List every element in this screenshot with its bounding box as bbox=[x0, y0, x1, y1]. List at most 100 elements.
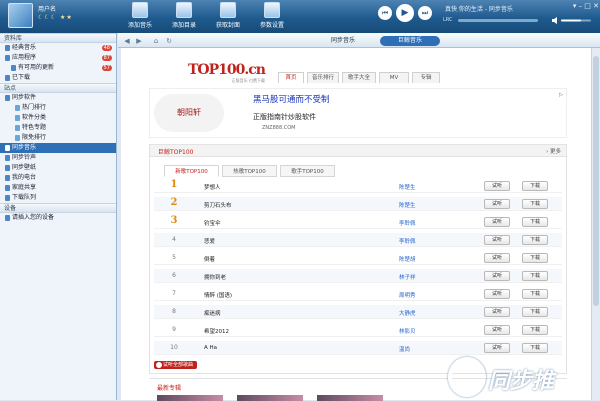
progress-bar[interactable] bbox=[458, 19, 538, 22]
sidebar-item-home-share[interactable]: 家庭共享 bbox=[0, 183, 116, 193]
add-folder-button[interactable]: 添加目录 bbox=[166, 2, 202, 32]
listen-button[interactable]: 试听 bbox=[484, 181, 510, 191]
fetch-cover-button[interactable]: 获取封面 bbox=[210, 2, 246, 32]
tab-new-top100[interactable]: 新歌TOP100 bbox=[164, 165, 219, 177]
add-music-button[interactable]: 添加音乐 bbox=[122, 2, 158, 32]
content-scrollbar[interactable] bbox=[591, 48, 600, 400]
song-row[interactable]: 8 痴迷病 大静虎 试听 下载 bbox=[154, 305, 562, 319]
download-button[interactable]: 下载 bbox=[522, 181, 548, 191]
download-button[interactable]: 下载 bbox=[522, 235, 548, 245]
sidebar-item-apps[interactable]: 应用程序 87 bbox=[0, 53, 116, 63]
scrollbar-thumb[interactable] bbox=[593, 56, 599, 306]
play-button[interactable]: ▶ bbox=[396, 4, 414, 22]
download-button[interactable]: 下载 bbox=[522, 271, 548, 281]
song-row[interactable]: 9 希望2012 林影贝 试听 下载 bbox=[154, 323, 562, 337]
count-badge: 57 bbox=[101, 65, 112, 71]
song-row[interactable]: 7 情醉 (国语) 周明秀 试听 下载 bbox=[154, 287, 562, 301]
sidebar-item-free-rank[interactable]: 限免排行 bbox=[0, 133, 116, 143]
now-playing-title: 真快 你的生活 - 同步音乐 bbox=[445, 6, 513, 13]
ad-banner[interactable]: 朝阳轩 黑马股可通而不受制 正版指南针炒股软件 ZNZ888.COM ▷ bbox=[149, 88, 567, 138]
window-controls[interactable]: ▾ – □ ✕ bbox=[545, 2, 599, 14]
back-button[interactable]: ◀ bbox=[122, 36, 132, 46]
listen-button[interactable]: 试听 bbox=[484, 289, 510, 299]
listen-button[interactable]: 试听 bbox=[484, 271, 510, 281]
volume-slider[interactable] bbox=[552, 17, 592, 24]
song-row[interactable]: 1 梦想人 陈楚生 试听 下载 bbox=[154, 179, 562, 193]
tab-sync-music[interactable]: 同步音乐 bbox=[313, 36, 373, 46]
sidebar-item-downloaded[interactable]: 已下载 bbox=[0, 73, 116, 83]
sidebar-item-insert-device[interactable]: 请插入您的设备 bbox=[0, 213, 116, 223]
sidebar-item-classic-music[interactable]: 经典音乐 48 bbox=[0, 43, 116, 53]
tab-rankings[interactable]: 音乐排行 bbox=[307, 72, 339, 83]
sidebar-item-my-radio[interactable]: 我的电台 bbox=[0, 173, 116, 183]
download-button[interactable]: 下载 bbox=[522, 253, 548, 263]
section-station: 站点 bbox=[0, 83, 116, 93]
top-header: 用户名 ☾☾☾ ★★ 添加音乐 添加目录 获取封面 参数设置 ⏮ ▶ ⏭ 真快 … bbox=[0, 0, 600, 33]
top100-logo[interactable]: TOP100.cn 正版音乐 付费下载 bbox=[188, 62, 266, 84]
forward-button[interactable]: ▶ bbox=[134, 36, 144, 46]
song-row[interactable]: 6 拥你到老 林子祥 试听 下载 bbox=[154, 269, 562, 283]
song-row[interactable]: 4 悲爱 李聆佩 试听 下载 bbox=[154, 233, 562, 247]
tab-hot-top100[interactable]: 热歌TOP100 bbox=[222, 165, 277, 177]
sidebar-item-sync-software[interactable]: 同步软件 bbox=[0, 93, 116, 103]
web-content: TOP100.cn 正版音乐 付费下载 首页 音乐排行 歌手大全 MV 专辑 朝阳… bbox=[121, 48, 591, 401]
tab-mv[interactable]: MV bbox=[379, 72, 409, 83]
download-button[interactable]: 下载 bbox=[522, 325, 548, 335]
top100-panel: 巨鲸TOP100 › 更多 新歌TOP100 热歌TOP100 歌手TOP100… bbox=[149, 144, 567, 374]
download-button[interactable]: 下载 bbox=[522, 199, 548, 209]
user-name[interactable]: 用户名 bbox=[38, 4, 56, 13]
tab-jujing-music[interactable]: 巨鲸音乐 bbox=[380, 36, 440, 46]
avatar[interactable] bbox=[8, 3, 33, 28]
album-thumbnail[interactable] bbox=[157, 395, 223, 401]
latest-albums-title: 最新专辑 bbox=[157, 385, 182, 392]
listen-button[interactable]: 试听 bbox=[484, 343, 510, 353]
listen-button[interactable]: 试听 bbox=[484, 325, 510, 335]
download-button[interactable]: 下载 bbox=[522, 307, 548, 317]
software-icon bbox=[5, 95, 10, 101]
sidebar-item-wallpapers[interactable]: 同步壁纸 bbox=[0, 163, 116, 173]
sidebar: 资料库 经典音乐 48 应用程序 87 有可用的更新 57 已下载 站点 同步软件 热… bbox=[0, 33, 117, 400]
play-all-button[interactable]: 试听全部歌曲 bbox=[154, 361, 198, 369]
category-icon bbox=[15, 115, 20, 121]
sidebar-item-categories[interactable]: 软件分类 bbox=[0, 113, 116, 123]
tab-home[interactable]: 首页 bbox=[278, 72, 304, 83]
browser-navbar: ◀ ▶ ⌂ ↻ 同步音乐 巨鲸音乐 bbox=[118, 33, 600, 48]
listen-button[interactable]: 试听 bbox=[484, 253, 510, 263]
album-thumbnail[interactable] bbox=[317, 395, 383, 401]
refresh-button[interactable]: ↻ bbox=[164, 36, 174, 46]
listen-button[interactable]: 试听 bbox=[484, 217, 510, 227]
tab-artists[interactable]: 歌手大全 bbox=[342, 72, 376, 83]
sidebar-item-ringtones[interactable]: 同步铃声 bbox=[0, 153, 116, 163]
bell-icon bbox=[5, 155, 10, 161]
song-row[interactable]: 10 A Ha 温尚 试听 下载 bbox=[154, 341, 562, 355]
download-button[interactable]: 下载 bbox=[522, 343, 548, 353]
rank-icon bbox=[15, 105, 20, 111]
download-button[interactable]: 下载 bbox=[522, 289, 548, 299]
download-button[interactable]: 下载 bbox=[522, 217, 548, 227]
sidebar-item-hot-rank[interactable]: 热门排行 bbox=[0, 103, 116, 113]
ad-choices-icon[interactable]: ▷ bbox=[559, 92, 563, 98]
settings-button[interactable]: 参数设置 bbox=[254, 2, 290, 32]
player-controls: ⏮ ▶ ⏭ bbox=[378, 3, 448, 25]
listen-button[interactable]: 试听 bbox=[484, 235, 510, 245]
album-thumbnail[interactable] bbox=[237, 395, 303, 401]
lrc-toggle[interactable]: LRC bbox=[443, 17, 453, 23]
tab-albums[interactable]: 专辑 bbox=[412, 72, 440, 83]
sidebar-item-updates[interactable]: 有可用的更新 57 bbox=[0, 63, 116, 73]
song-row[interactable]: 3 钓宝伞 李聆佩 试听 下载 bbox=[154, 215, 562, 229]
count-badge: 87 bbox=[101, 55, 112, 61]
listen-button[interactable]: 试听 bbox=[484, 307, 510, 317]
next-track-button[interactable]: ⏭ bbox=[418, 6, 432, 20]
sidebar-item-download-queue[interactable]: 下载队列 bbox=[0, 193, 116, 203]
sidebar-item-sync-music[interactable]: 同步音乐 bbox=[0, 143, 116, 153]
ad-title[interactable]: 黑马股可通而不受制 bbox=[253, 93, 330, 105]
tab-artist-top100[interactable]: 歌手TOP100 bbox=[280, 165, 335, 177]
listen-button[interactable]: 试听 bbox=[484, 199, 510, 209]
home-button[interactable]: ⌂ bbox=[151, 36, 161, 46]
song-row[interactable]: 2 剪刀石头布 陈楚生 试听 下载 bbox=[154, 197, 562, 211]
ad-site: ZNZ888.COM bbox=[262, 125, 296, 131]
prev-track-button[interactable]: ⏮ bbox=[378, 6, 392, 20]
song-row[interactable]: 5 倒着 陈楚胡 试听 下载 bbox=[154, 251, 562, 265]
sidebar-item-topics[interactable]: 特色专题 bbox=[0, 123, 116, 133]
more-link[interactable]: › 更多 bbox=[546, 147, 561, 155]
